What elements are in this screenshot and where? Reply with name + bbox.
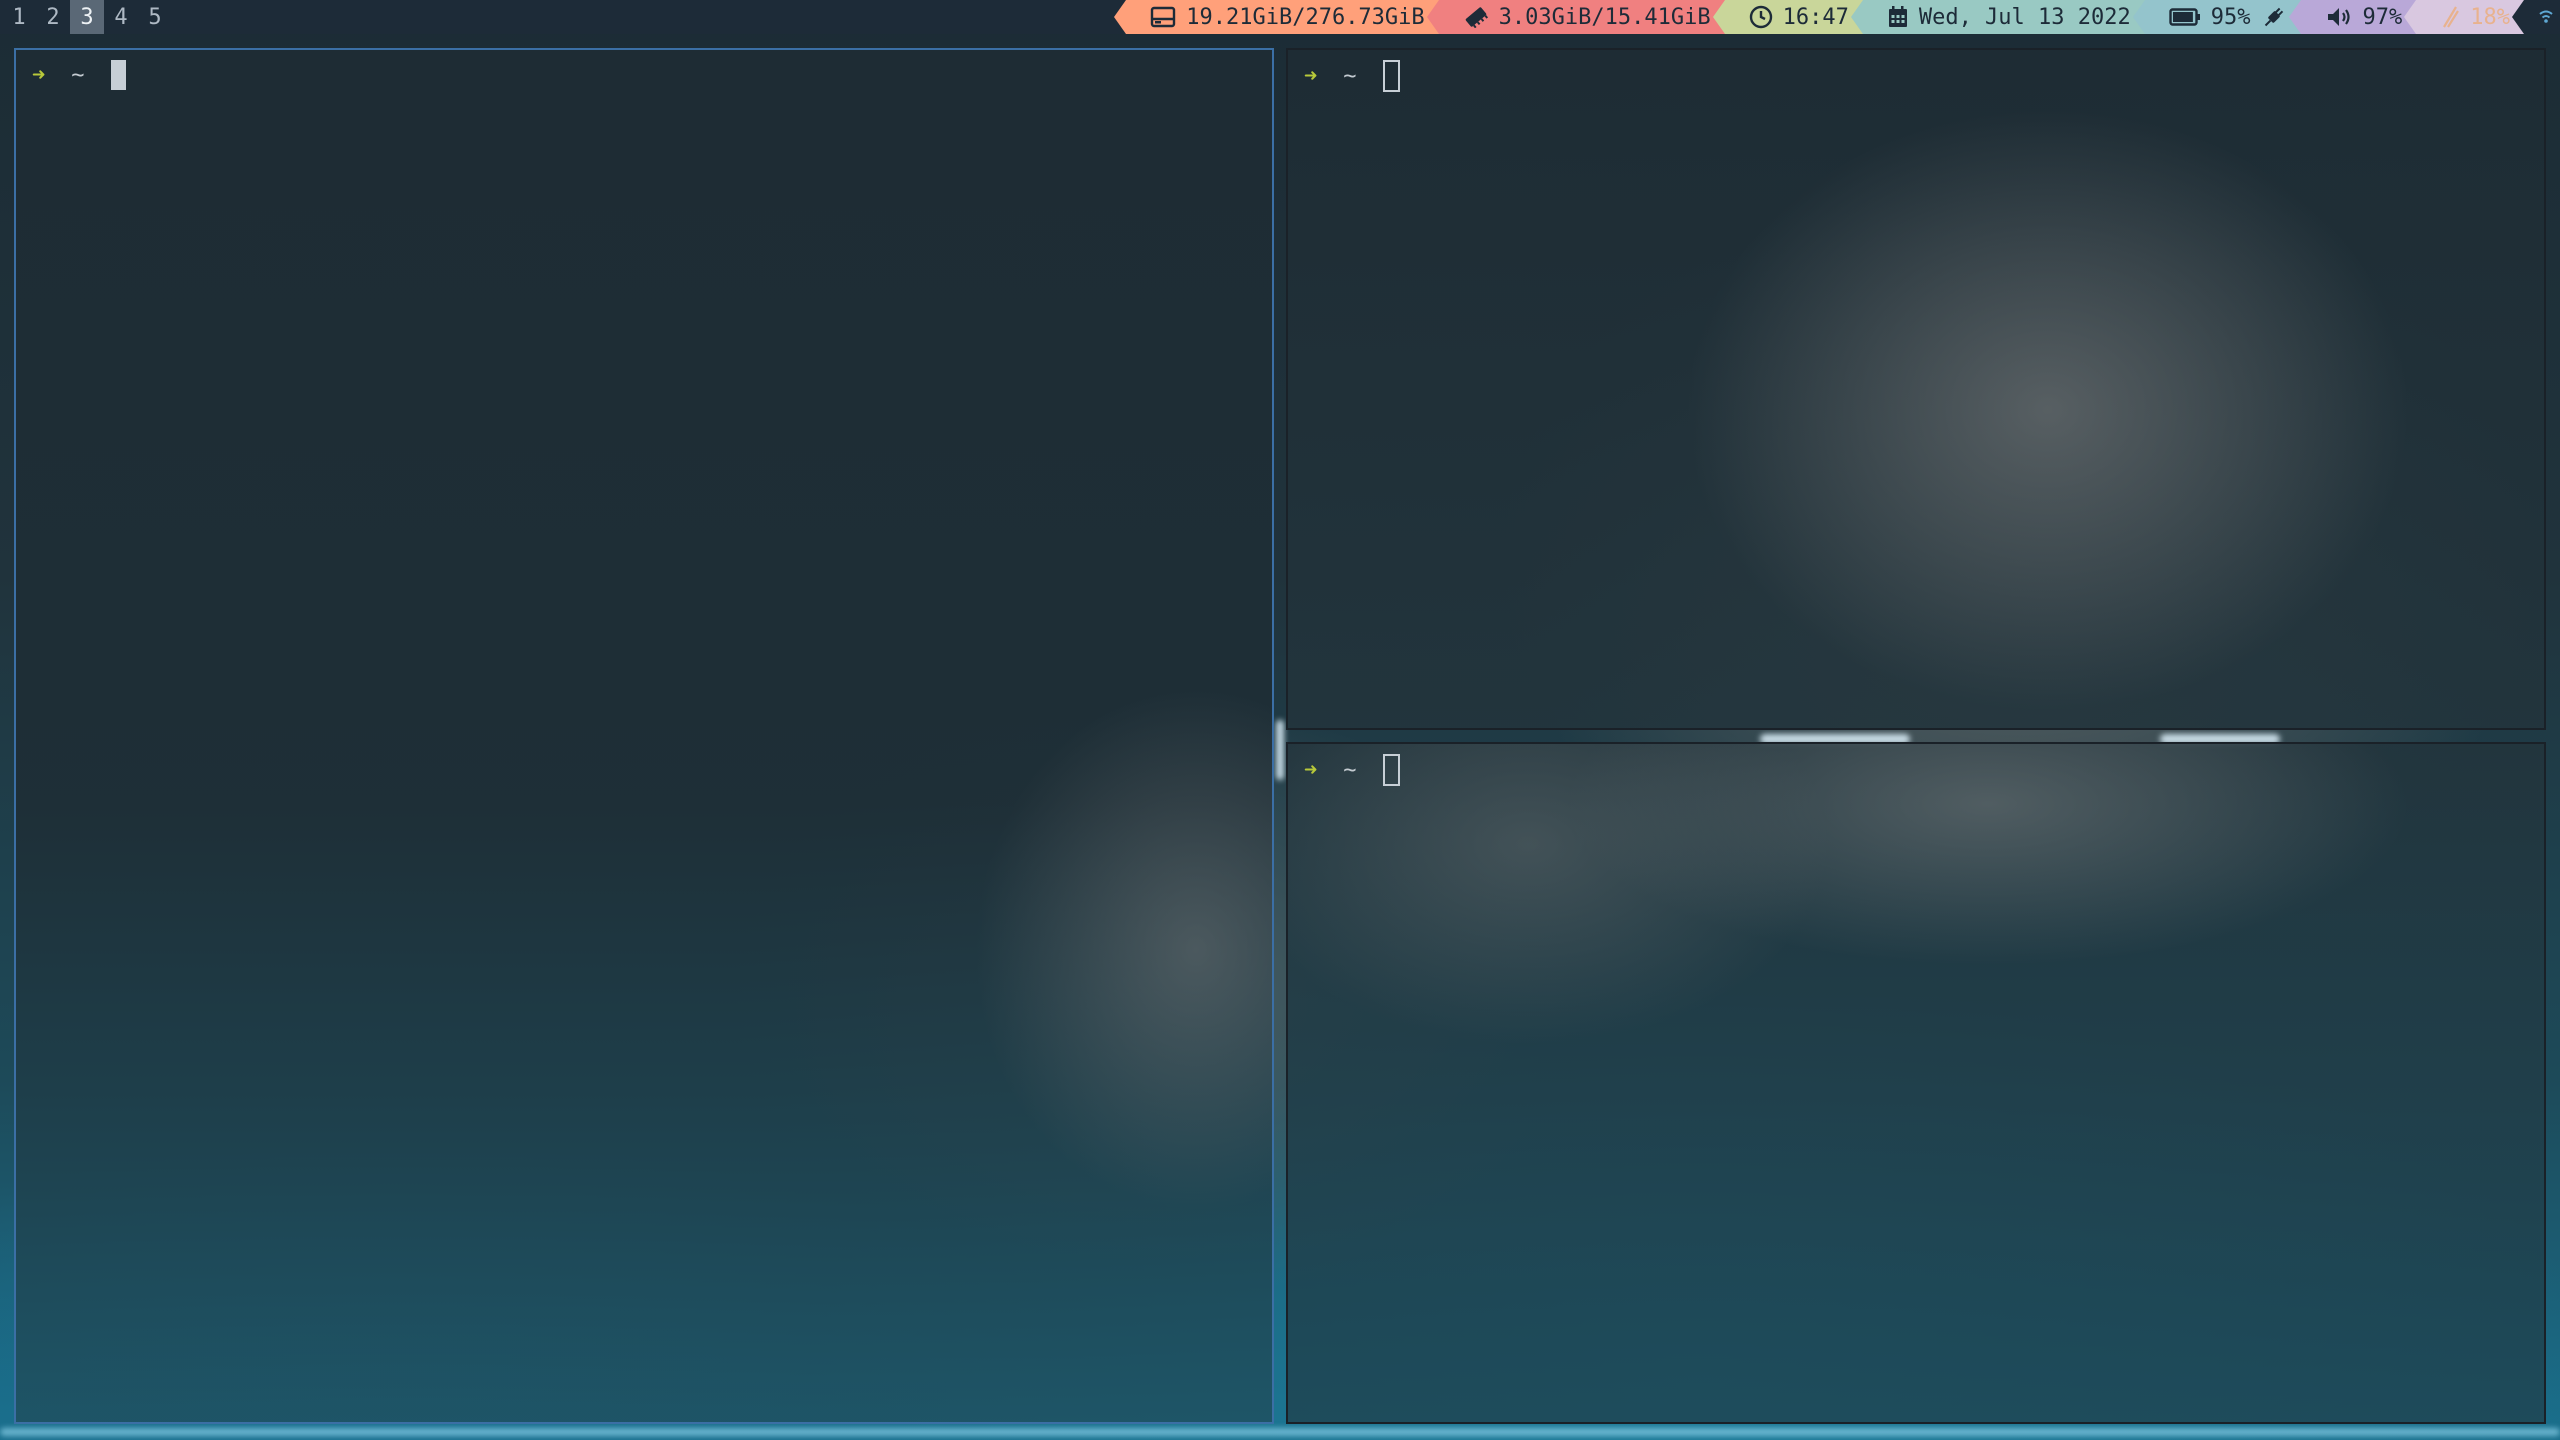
terminal-window-bottom-right[interactable]: ➜ ~	[1286, 742, 2546, 1424]
wifi-icon	[2539, 10, 2553, 23]
shell-prompt: ➜ ~	[1304, 754, 1400, 786]
memory-usage[interactable]: 3.03GiB/15.41GiB	[1426, 0, 1725, 34]
prompt-arrow: ➜	[32, 62, 46, 88]
clock-text: 16:47	[1782, 4, 1849, 30]
disk-icon	[1151, 6, 1176, 28]
prompt-arrow: ➜	[1304, 63, 1318, 89]
terminal-window-top-right[interactable]: ➜ ~	[1286, 48, 2546, 730]
battery[interactable]: 95%	[2132, 0, 2301, 34]
prompt-cwd: ~	[1343, 757, 1357, 783]
workspace-switcher: 1 2 3 4 5	[2, 0, 172, 34]
text-cursor	[1382, 754, 1400, 786]
battery-icon	[2169, 8, 2200, 26]
workspace-4-button[interactable]: 4	[104, 0, 138, 34]
text-cursor	[1382, 60, 1400, 92]
brightness-icon	[2443, 6, 2460, 28]
date-text: Wed, Jul 13 2022	[1918, 4, 2131, 30]
battery-text: 95%	[2210, 4, 2251, 30]
status-area: 19.21GiB/276.73GiB 3.03GiB/15.41GiB 16:4…	[1114, 0, 2560, 34]
text-cursor	[110, 60, 126, 90]
wallpaper-streak	[0, 1428, 2560, 1436]
shell-prompt: ➜ ~	[1304, 60, 1400, 92]
prompt-cwd: ~	[71, 62, 85, 88]
workspace-3-button[interactable]: 3	[70, 0, 104, 34]
top-bar: 1 2 3 4 5 19.21GiB/276.73GiB 3.03GiB/15.…	[0, 0, 2560, 34]
workspace-5-button[interactable]: 5	[138, 0, 172, 34]
prompt-cwd: ~	[1343, 63, 1357, 89]
workspace-1-button[interactable]: 1	[2, 0, 36, 34]
date[interactable]: Wed, Jul 13 2022	[1850, 0, 2145, 34]
calendar-icon	[1888, 6, 1907, 27]
workspace-2-button[interactable]: 2	[36, 0, 70, 34]
memory-usage-text: 3.03GiB/15.41GiB	[1498, 4, 1711, 30]
prompt-arrow: ➜	[1304, 757, 1318, 783]
wallpaper-streak	[1276, 720, 1284, 780]
speaker-icon	[2327, 8, 2350, 26]
disk-usage[interactable]: 19.21GiB/276.73GiB	[1114, 0, 1439, 34]
brightness-text: 18%	[2470, 4, 2510, 30]
clock[interactable]: 16:47	[1712, 0, 1863, 34]
plug-icon	[2264, 7, 2283, 27]
brightness[interactable]: 18%	[2404, 0, 2524, 34]
clock-icon	[1749, 5, 1772, 29]
memory-icon	[1465, 7, 1488, 28]
terminal-window-left[interactable]: ➜ ~	[14, 48, 1274, 1424]
disk-usage-text: 19.21GiB/276.73GiB	[1186, 4, 1425, 30]
volume-text: 97%	[2362, 4, 2403, 30]
volume[interactable]: 97%	[2288, 0, 2417, 34]
network[interactable]	[2512, 0, 2560, 34]
shell-prompt: ➜ ~	[32, 60, 126, 90]
